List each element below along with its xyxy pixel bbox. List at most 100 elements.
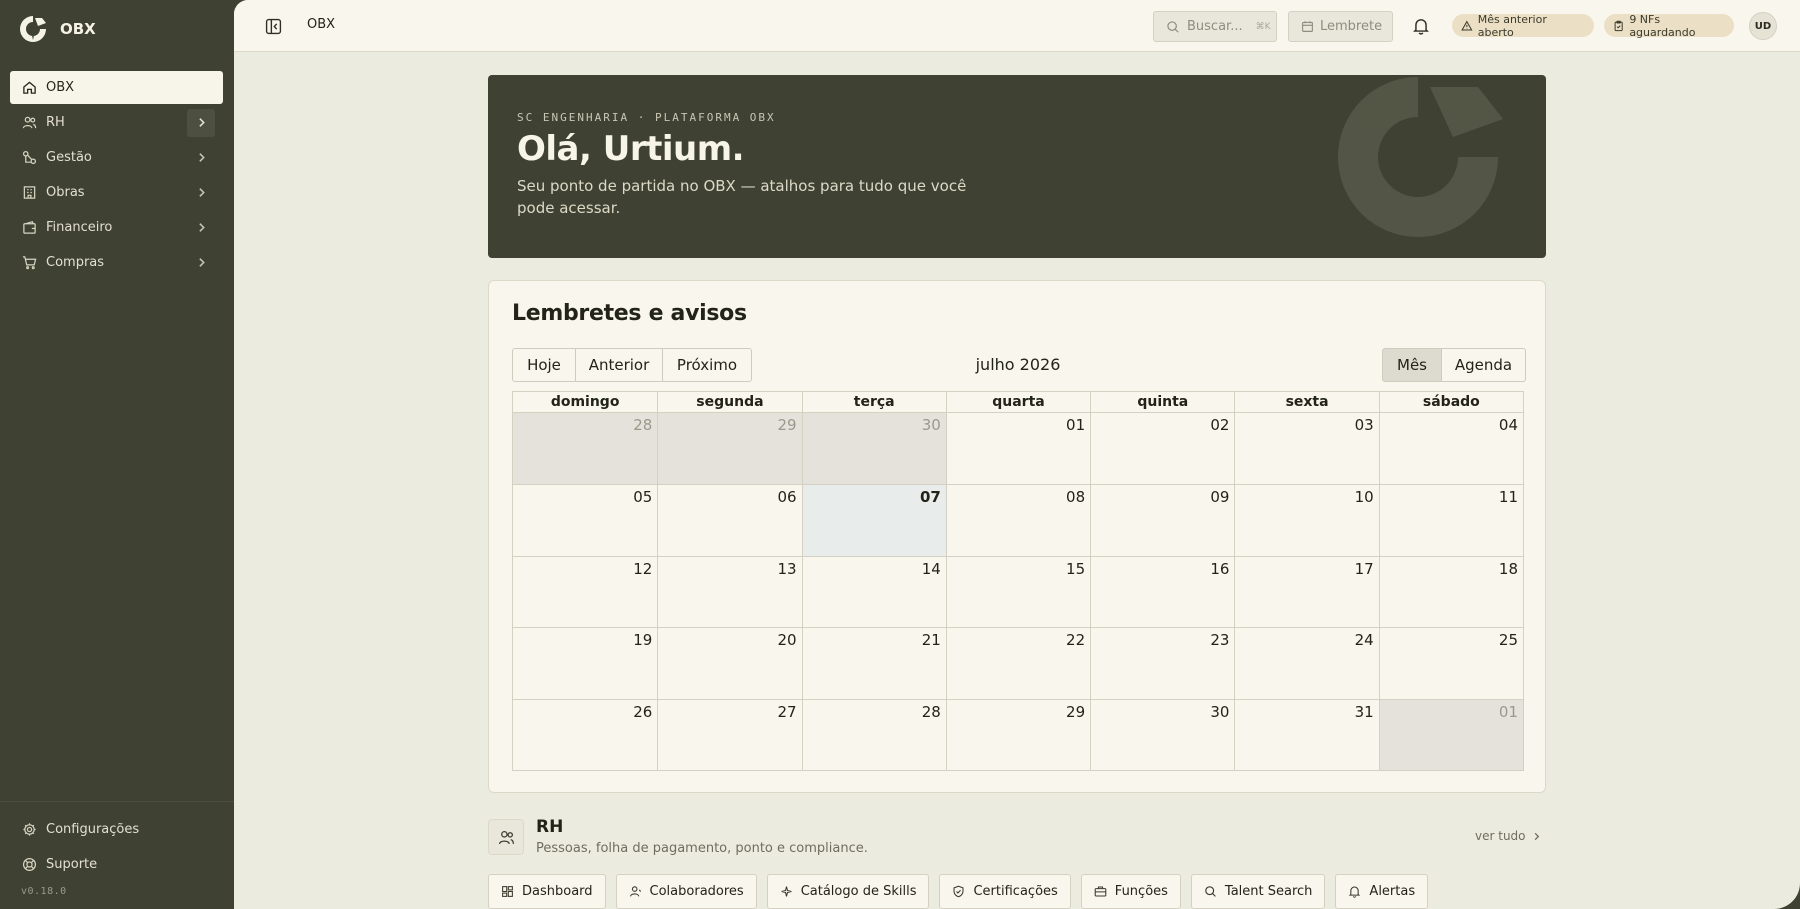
shortcut-dashboard[interactable]: Dashboard <box>488 874 606 909</box>
user-avatar[interactable]: UD <box>1749 12 1777 40</box>
chevron-right-icon[interactable] <box>187 179 215 207</box>
calendar-day[interactable]: 11 <box>1378 484 1523 556</box>
calendar-day[interactable]: 03 <box>1234 413 1378 485</box>
calendar-day[interactable]: 15 <box>945 555 1091 628</box>
sparkle-icon <box>781 886 792 897</box>
calendar-day[interactable]: 29 <box>945 698 1091 770</box>
reminder-button[interactable]: Lembrete <box>1288 11 1393 42</box>
calendar-day-today[interactable]: 07 <box>801 484 946 556</box>
day-number: 10 <box>1354 488 1374 507</box>
calendar-day[interactable]: 19 <box>513 627 658 698</box>
calendar-day[interactable]: 23 <box>1090 627 1235 699</box>
calendar-day[interactable]: 27 <box>657 698 802 770</box>
chevron-right-icon[interactable] <box>187 214 215 242</box>
rh-shortcuts: Dashboard Colaboradores Catálogo de Skil… <box>488 874 1429 909</box>
calendar-day[interactable]: 30 <box>801 413 946 485</box>
calendar-day[interactable]: 08 <box>945 484 1091 556</box>
calendar-day[interactable]: 01 <box>1378 698 1523 770</box>
see-all-link[interactable]: ver tudo <box>1475 829 1541 843</box>
calendar-day[interactable]: 12 <box>513 555 658 627</box>
sidebar-item-obras[interactable]: Obras <box>10 176 223 209</box>
day-number: 26 <box>633 702 653 721</box>
day-number: 31 <box>1354 702 1374 721</box>
sidebar-item-label: Financeiro <box>46 220 113 235</box>
day-number: 03 <box>1354 416 1374 434</box>
calendar-day[interactable]: 18 <box>1378 555 1523 628</box>
calendar-grid: 28 29 30 01 02 03 04 05 06 07 08 09 10 11 12 13 14 15 16 17… <box>513 413 1523 770</box>
topbar-title: OBX <box>307 17 336 32</box>
calendar-day[interactable]: 29 <box>657 413 802 485</box>
sidebar: OBX OBX RH Gestão Obras Financeiro Compr… <box>0 0 234 909</box>
sidebar-item-configuracoes[interactable]: Configurações <box>10 813 223 846</box>
shortcut-funcoes[interactable]: Funções <box>1080 874 1181 909</box>
sidebar-item-compras[interactable]: Compras <box>10 246 223 279</box>
month-view-button[interactable]: Mês <box>1382 348 1442 382</box>
sidebar-item-financeiro[interactable]: Financeiro <box>10 211 223 244</box>
calendar-day[interactable]: 22 <box>945 627 1091 699</box>
calendar-day[interactable]: 16 <box>1090 555 1235 628</box>
sidebar-bottom-nav: Configurações Suporte <box>10 813 223 883</box>
rh-section-subtitle: Pessoas, folha de pagamento, ponto e com… <box>536 841 868 856</box>
day-number: 06 <box>777 488 797 507</box>
calendar-day[interactable]: 14 <box>801 555 946 628</box>
day-number: 29 <box>777 416 797 434</box>
chevron-right-icon[interactable] <box>187 108 215 137</box>
calendar-day[interactable]: 02 <box>1090 413 1234 485</box>
shortcut-alertas[interactable]: Alertas <box>1335 874 1429 909</box>
calendar-day[interactable]: 09 <box>1090 484 1235 556</box>
day-number: 07 <box>919 488 941 507</box>
calendar-day[interactable]: 26 <box>513 698 658 770</box>
clipboard-icon <box>1614 20 1623 31</box>
wallet-icon <box>20 219 38 237</box>
sidebar-item-label: OBX <box>46 80 75 95</box>
calendar-day[interactable]: 30 <box>1090 698 1235 770</box>
search-button[interactable]: Buscar... ⌘K <box>1153 11 1277 42</box>
sidebar-toggle-icon[interactable] <box>264 17 282 35</box>
sidebar-item-suporte[interactable]: Suporte <box>10 848 223 881</box>
agenda-view-button[interactable]: Agenda <box>1441 348 1526 382</box>
calendar-day[interactable]: 21 <box>801 627 946 699</box>
calendar-day[interactable]: 24 <box>1234 627 1379 699</box>
calendar-day[interactable]: 28 <box>801 698 946 770</box>
warning-icon <box>1461 20 1473 31</box>
sidebar-item-obx[interactable]: OBX <box>10 71 223 104</box>
day-number: 23 <box>1210 631 1230 650</box>
calendar-day[interactable]: 25 <box>1378 627 1523 699</box>
sidebar-item-label: RH <box>46 115 65 130</box>
alert-badge-nfs-pending[interactable]: 9 NFs aguardando <box>1604 12 1734 39</box>
shortcut-certificacoes[interactable]: Certificações <box>939 874 1071 909</box>
calendar-day[interactable]: 04 <box>1378 413 1523 485</box>
day-number: 13 <box>777 559 797 578</box>
calendar-day[interactable]: 28 <box>513 413 658 485</box>
calendar-day[interactable]: 20 <box>657 627 802 699</box>
obx-watermark-icon <box>1338 77 1503 237</box>
shortcut-label: Talent Search <box>1224 884 1313 899</box>
chevron-right-icon[interactable] <box>187 249 215 277</box>
search-icon <box>1205 886 1216 897</box>
calendar-day[interactable]: 01 <box>945 413 1090 485</box>
calendar-day[interactable]: 31 <box>1234 698 1379 770</box>
sidebar-item-label: Compras <box>46 255 105 270</box>
shortcut-colaboradores[interactable]: Colaboradores <box>615 874 757 909</box>
month-calendar: domingo segunda terça quarta quinta sexta sába… <box>512 391 1524 771</box>
calendar-day[interactable]: 06 <box>657 484 802 556</box>
sidebar-item-rh[interactable]: RH <box>10 106 223 139</box>
sidebar-item-gestao[interactable]: Gestão <box>10 141 223 174</box>
calendar-day[interactable]: 05 <box>513 484 658 555</box>
building-icon <box>20 184 38 202</box>
brand[interactable]: OBX <box>18 14 96 44</box>
main-content: OBX Buscar... ⌘K Lembrete Mês anterior a… <box>234 0 1800 909</box>
calendar-day[interactable]: 10 <box>1234 484 1379 556</box>
chevron-right-icon[interactable] <box>187 144 215 172</box>
alert-badge-previous-month[interactable]: Mês anterior aberto <box>1452 13 1594 39</box>
search-shortcut: ⌘K <box>1255 21 1271 32</box>
calendar-day[interactable]: 17 <box>1234 555 1379 628</box>
notifications-bell-icon[interactable] <box>1410 15 1432 37</box>
shortcut-talent-search[interactable]: Talent Search <box>1190 874 1326 909</box>
users-icon <box>498 830 514 844</box>
hero-title: Olá, Urtium. <box>517 129 745 169</box>
shortcut-catalogo-skills[interactable]: Catálogo de Skills <box>766 874 930 909</box>
alert-badge-label: 9 NFs aguardando <box>1629 12 1696 39</box>
day-number: 18 <box>1498 559 1518 578</box>
calendar-day[interactable]: 13 <box>657 555 802 628</box>
